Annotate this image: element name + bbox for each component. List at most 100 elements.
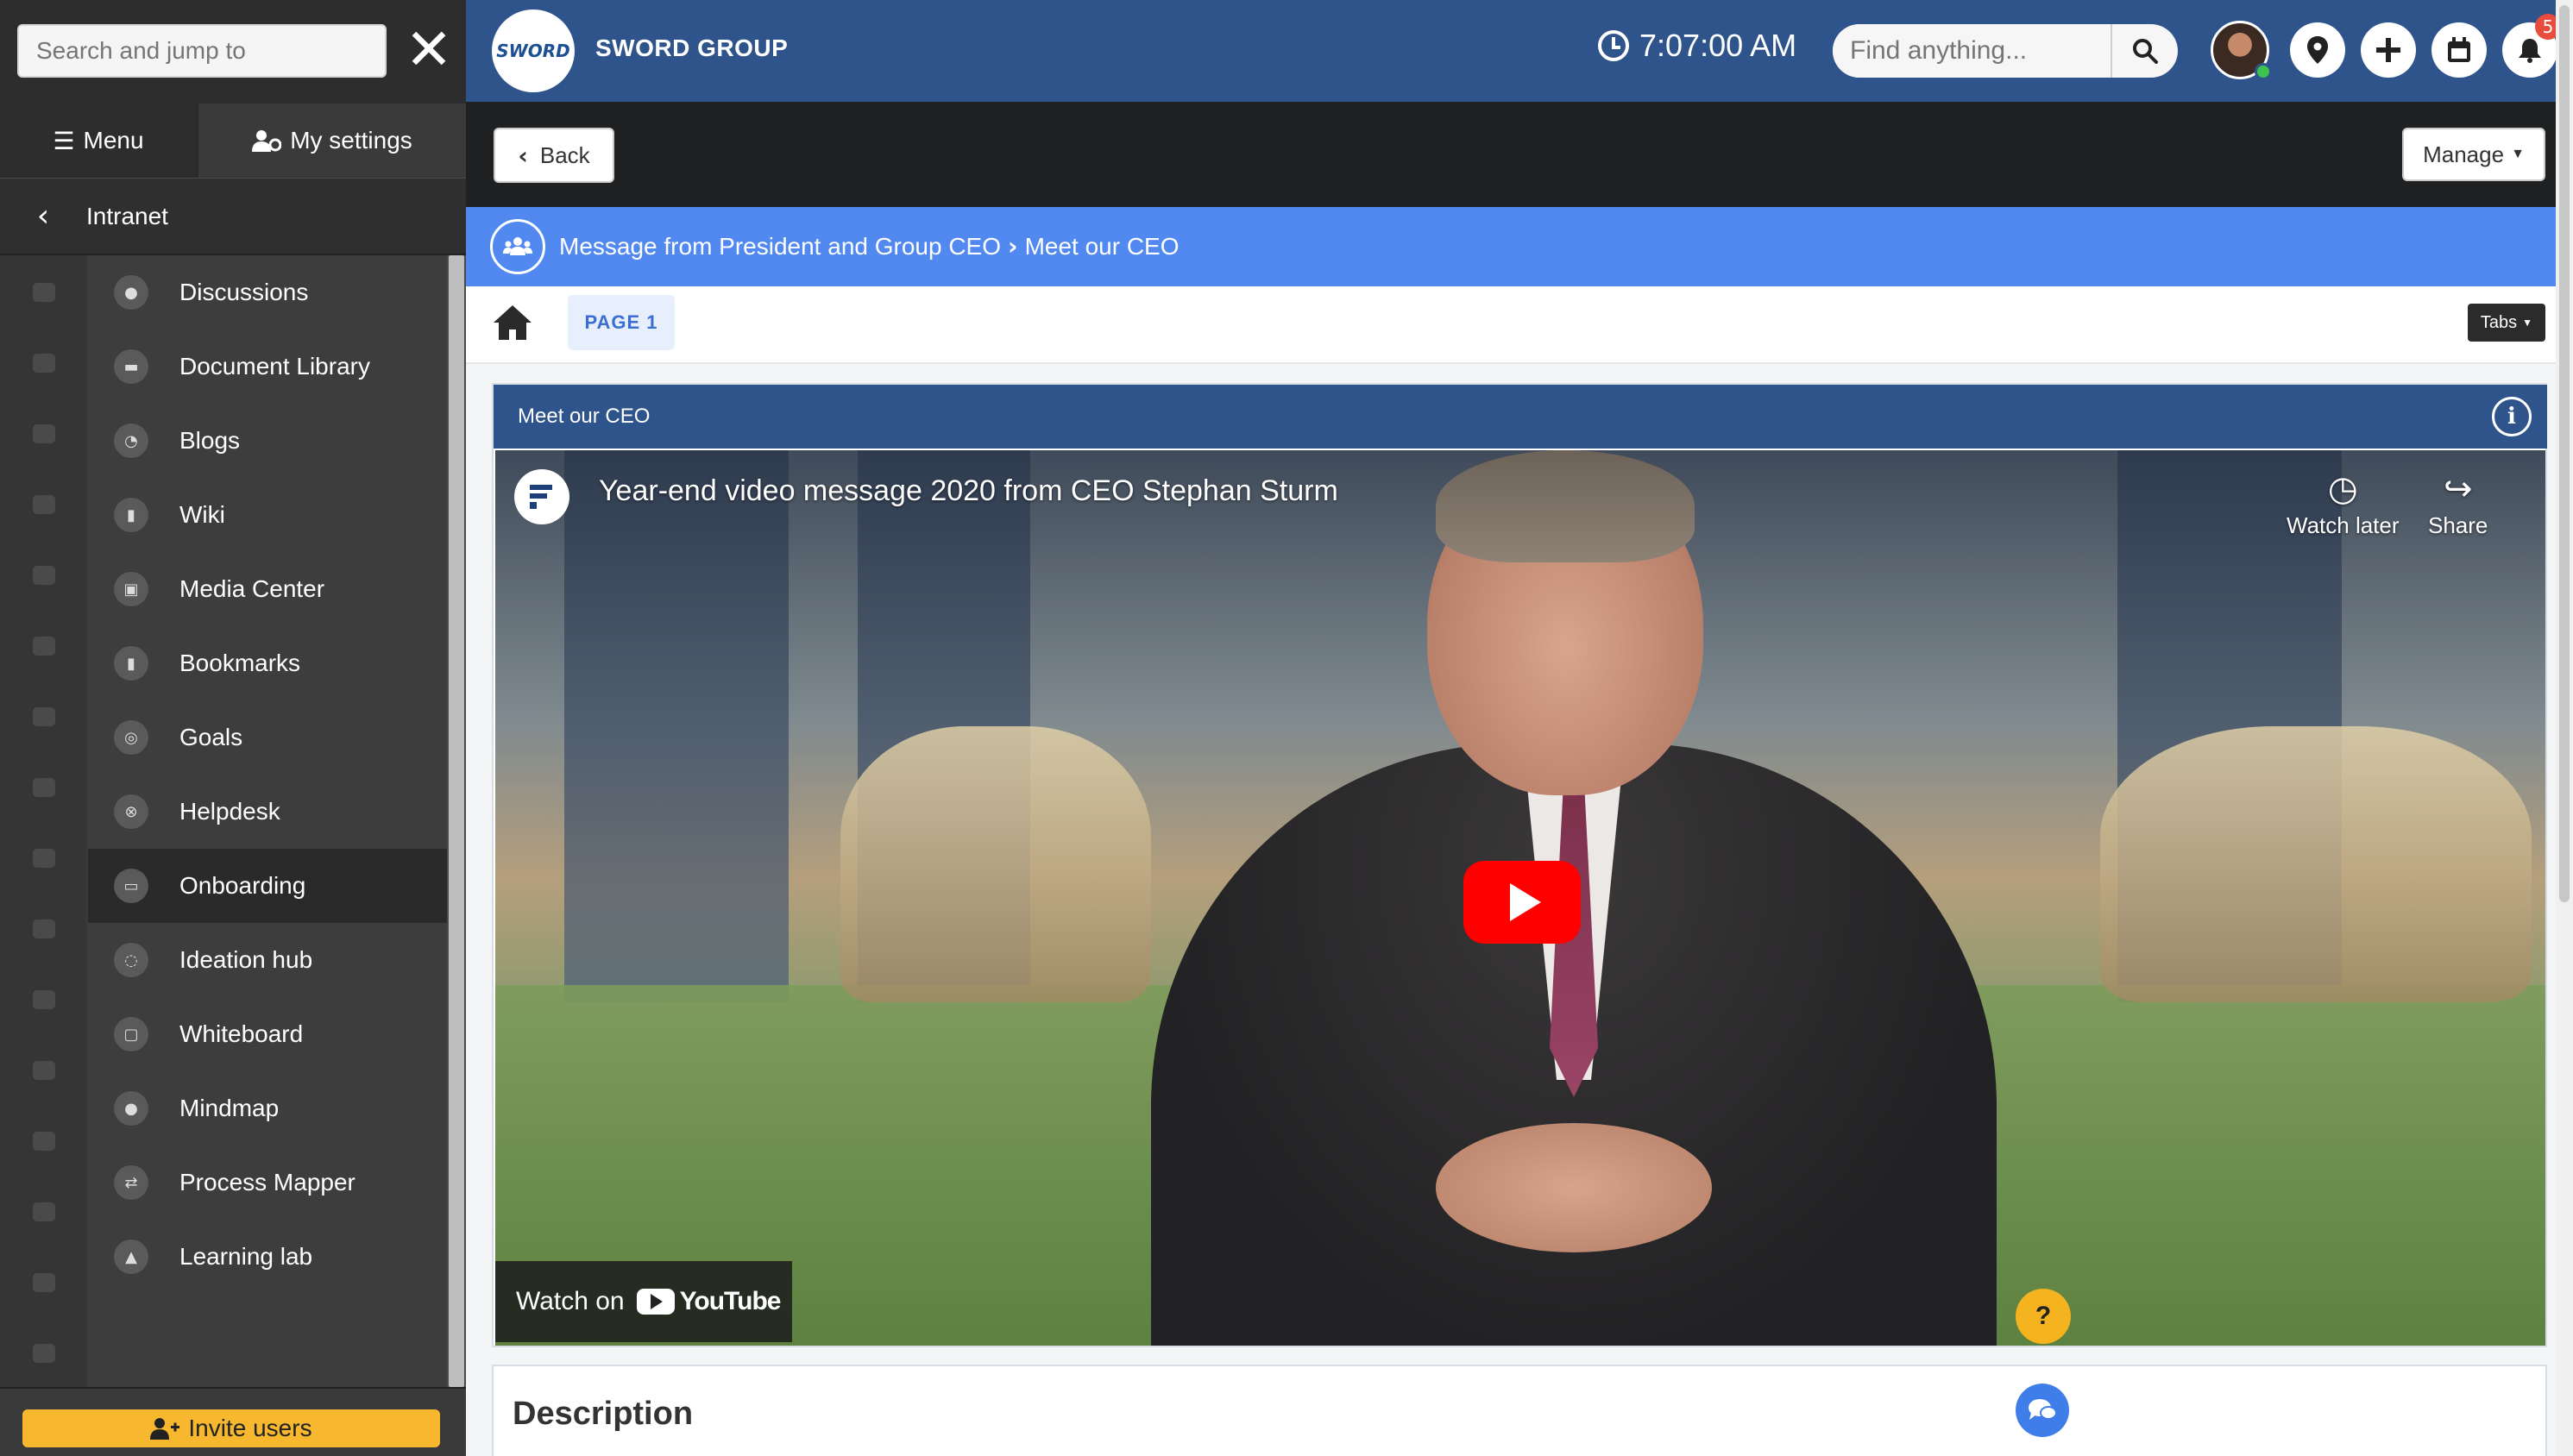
main-scrollbar-thumb[interactable] (2559, 5, 2570, 902)
global-search (1833, 24, 2178, 78)
target-icon: ◎ (114, 720, 148, 755)
main-scrollbar[interactable] (2556, 0, 2573, 1456)
sidebar-item-label: Bookmarks (179, 650, 301, 676)
rail-inbox-icon[interactable] (33, 990, 55, 1009)
breadcrumb-parent[interactable]: Message from President and Group CEO (559, 207, 1001, 286)
brand-logo-text: SWORD (496, 41, 570, 61)
rail-globe-icon[interactable] (33, 424, 55, 443)
watch-later-button[interactable]: ◷ Watch later (2287, 469, 2400, 539)
watch-on-youtube-button[interactable]: Watch on YouTube (495, 1261, 792, 1342)
map-marker-icon (2307, 36, 2328, 64)
search-icon (2133, 39, 2158, 64)
rail-search-icon[interactable] (33, 778, 55, 797)
sidebar-item-label: Mindmap (179, 1095, 280, 1121)
share-button[interactable]: ↪ Share (2428, 469, 2488, 539)
user-plus-icon (150, 1418, 180, 1440)
rail-tasks-icon[interactable] (33, 495, 55, 514)
sidebar-item-document-library[interactable]: ▬ Document Library (88, 329, 447, 404)
sidebar-item-label: Wiki (179, 501, 225, 528)
rail-calendar-icon[interactable] (33, 637, 55, 656)
rail-home-icon[interactable] (33, 283, 55, 302)
youtube-play-icon (636, 1289, 675, 1315)
sidebar-item-discussions[interactable]: ● Discussions (88, 255, 447, 329)
sidebar-search-input[interactable] (17, 24, 387, 78)
rail-sitemap-icon[interactable] (33, 707, 55, 726)
breadcrumb-current[interactable]: Meet our CEO (1025, 207, 1180, 286)
search-button[interactable] (2111, 24, 2178, 78)
sidebar-scrollbar[interactable] (447, 255, 466, 1387)
sidebar-item-wiki[interactable]: ▮ Wiki (88, 478, 447, 552)
sidebar-item-onboarding[interactable]: ▭ Onboarding (88, 849, 447, 923)
sidebar-item-blogs[interactable]: ◔ Blogs (88, 404, 447, 478)
rail-list-icon[interactable] (33, 1273, 55, 1292)
back-button[interactable]: ‹ Back (494, 128, 614, 183)
video-person-hands (1436, 1123, 1712, 1252)
sidebar-item-goals[interactable]: ◎ Goals (88, 700, 447, 775)
home-icon[interactable] (492, 304, 533, 342)
widget-header: Meet our CEO i (494, 385, 2547, 449)
rail-chat-icon[interactable] (33, 919, 55, 938)
location-button[interactable] (2290, 22, 2345, 78)
sidebar-header: ✕ (0, 0, 466, 104)
sidebar: ✕ ☰ Menu My settings ‹ Intranet (0, 0, 466, 1456)
sidebar-item-process-mapper[interactable]: ⇄ Process Mapper (88, 1145, 447, 1220)
youtube-video-player[interactable]: Year-end video message 2020 from CEO Ste… (495, 450, 2545, 1346)
rail-mail-icon[interactable] (33, 566, 55, 585)
info-icon[interactable]: i (2492, 397, 2532, 436)
calendar-button[interactable] (2431, 22, 2487, 78)
channel-logo-icon[interactable] (514, 469, 569, 524)
watch-on-label: Watch on (516, 1287, 625, 1315)
sidebar-item-learning-lab[interactable]: ▲ Learning lab (88, 1220, 447, 1294)
tab-my-settings[interactable]: My settings (197, 104, 466, 178)
tabs-dropdown-button[interactable]: Tabs ▼ (2468, 304, 2545, 342)
lifering-icon: ⊗ (114, 794, 148, 829)
share-arrow-icon: ↪ (2443, 469, 2473, 509)
sidebar-scrollbar-thumb[interactable] (449, 255, 464, 1387)
sidebar-item-mindmap[interactable]: ● Mindmap (88, 1071, 447, 1145)
sidebar-item-label: Media Center (179, 575, 325, 602)
rail-people-icon[interactable] (33, 354, 55, 373)
sidebar-item-media-center[interactable]: ▣ Media Center (88, 552, 447, 626)
sidebar-item-helpdesk[interactable]: ⊗ Helpdesk (88, 775, 447, 849)
avatar[interactable] (2211, 21, 2272, 80)
top-bar: SWORD SWORD GROUP 7:07:00 AM 5 (466, 0, 2573, 102)
comments-icon (2029, 1399, 2057, 1420)
sidebar-breadcrumb: ‹ Intranet (0, 178, 466, 255)
calendar-icon (2448, 37, 2470, 62)
video-widget: Meet our CEO i Year-end video message 20… (492, 383, 2547, 1347)
rail-pin-icon[interactable] (33, 1202, 55, 1221)
tab-menu[interactable]: ☰ Menu (0, 104, 197, 178)
manage-button-label: Manage (2423, 141, 2505, 167)
brand-name: SWORD GROUP (595, 35, 789, 61)
notifications-button[interactable]: 5 (2502, 14, 2561, 78)
tab-my-settings-label: My settings (290, 127, 412, 154)
close-icon[interactable]: ✕ (402, 22, 456, 78)
tab-menu-label: Menu (83, 127, 144, 154)
share-label: Share (2428, 512, 2488, 538)
sidebar-item-ideation-hub[interactable]: ◌ Ideation hub (88, 923, 447, 997)
rail-box-icon[interactable] (33, 1344, 55, 1363)
sidebar-icon-rail (0, 255, 86, 1387)
rail-gear-icon[interactable] (33, 1132, 55, 1151)
invite-users-button[interactable]: Invite users (22, 1409, 440, 1447)
chat-button[interactable] (2016, 1384, 2069, 1437)
sidebar-item-whiteboard[interactable]: ▢ Whiteboard (88, 997, 447, 1071)
sidebar-item-bookmarks[interactable]: ▮ Bookmarks (88, 626, 447, 700)
manage-button[interactable]: Manage ▼ (2402, 128, 2545, 181)
sidebar-item-label: Document Library (179, 353, 370, 380)
caret-down-icon: ▼ (2522, 317, 2533, 329)
brand-logo[interactable]: SWORD (492, 9, 575, 92)
rss-icon: ◔ (114, 424, 148, 458)
video-title[interactable]: Year-end video message 2020 from CEO Ste… (599, 474, 1338, 508)
add-button[interactable] (2361, 22, 2416, 78)
global-search-input[interactable] (1833, 24, 2111, 78)
help-button[interactable]: ? (2016, 1289, 2071, 1344)
rail-folder-icon[interactable] (33, 849, 55, 868)
rail-doc-icon[interactable] (33, 1061, 55, 1080)
book-icon: ▮ (114, 498, 148, 532)
tab-page-1[interactable]: PAGE 1 (568, 295, 675, 350)
caret-down-icon: ▼ (2511, 147, 2525, 161)
play-button[interactable] (1463, 861, 1581, 944)
graduation-cap-icon: ▲ (114, 1239, 148, 1274)
chevron-left-icon[interactable]: ‹ (0, 198, 86, 234)
